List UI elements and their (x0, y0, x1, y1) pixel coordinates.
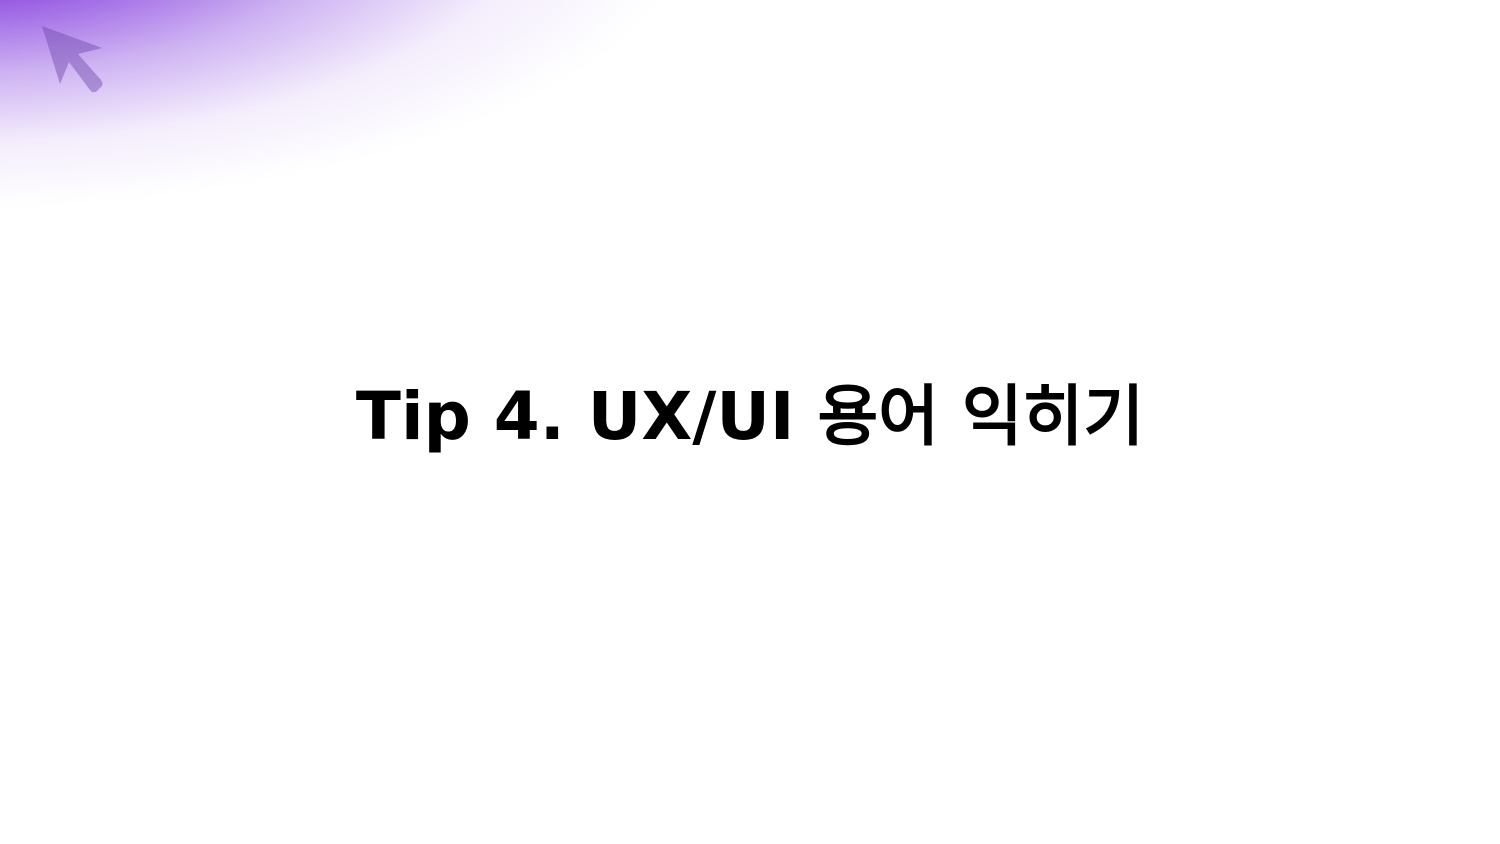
cursor-arrow-icon (42, 26, 103, 93)
slide: Tip 4. UX/UI 용어 익히기 (0, 0, 1500, 844)
slide-title: Tip 4. UX/UI 용어 익히기 (355, 378, 1145, 455)
